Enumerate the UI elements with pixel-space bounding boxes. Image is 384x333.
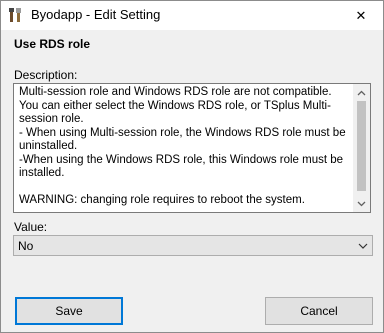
description-label: Description: [14,68,78,82]
cancel-button[interactable]: Cancel [265,297,373,325]
close-icon: ✕ [355,7,367,23]
close-button[interactable]: ✕ [339,1,383,30]
setting-name-heading: Use RDS role [14,37,91,51]
chevron-up-icon [357,90,366,95]
description-scrollbar[interactable] [353,84,370,212]
tools-app-icon [8,7,24,23]
chevron-down-icon [358,243,368,249]
save-button[interactable]: Save [15,297,123,325]
chevron-down-icon [357,201,366,206]
scroll-down-button[interactable] [353,195,370,212]
description-text: Multi-session role and Windows RDS role … [19,86,346,206]
scroll-thumb[interactable] [357,101,366,191]
value-dropdown[interactable]: No [13,235,373,256]
scroll-up-button[interactable] [353,84,370,101]
edit-setting-window: Byodapp - Edit Setting ✕ Use RDS role De… [0,0,384,333]
title-bar[interactable]: Byodapp - Edit Setting ✕ [1,1,383,30]
description-textbox[interactable]: Multi-session role and Windows RDS role … [13,83,371,213]
value-selected-text: No [18,239,34,253]
value-label: Value: [14,220,48,234]
window-title: Byodapp - Edit Setting [31,7,161,22]
